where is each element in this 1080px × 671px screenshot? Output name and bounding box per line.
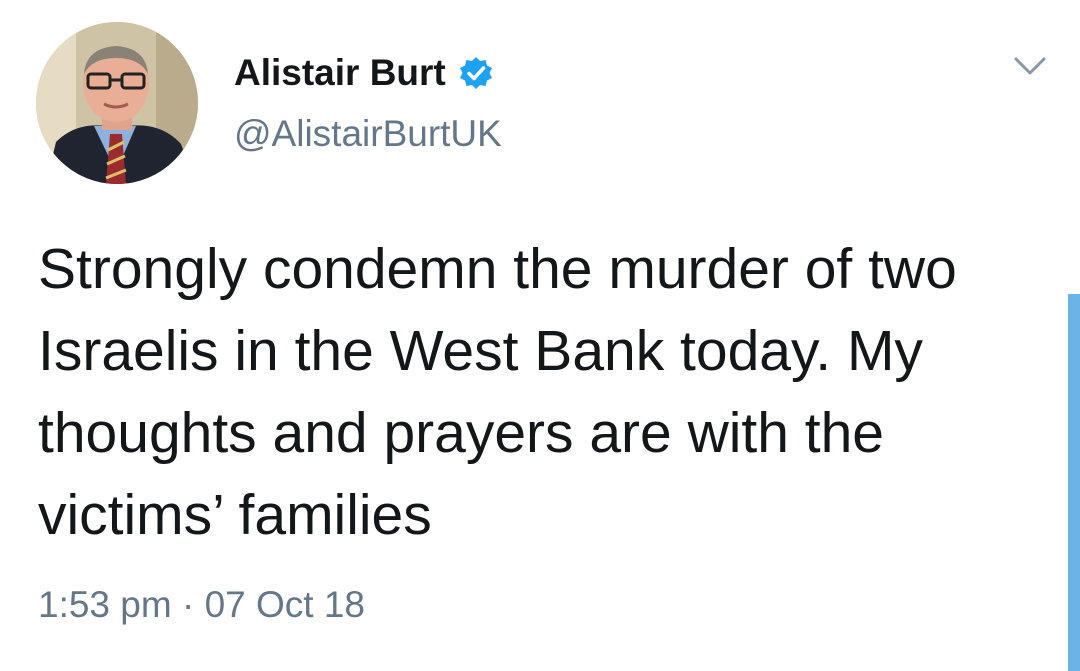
display-name-text: Alistair Burt	[234, 52, 446, 93]
verified-badge-icon	[458, 55, 494, 91]
tweet-text: Strongly condemn the murder of two Israe…	[38, 237, 957, 547]
user-display-name[interactable]: Alistair Burt	[234, 52, 494, 94]
user-handle[interactable]: @AlistairBurtUK	[234, 113, 502, 155]
chevron-down-icon[interactable]	[1012, 54, 1048, 78]
scrollbar[interactable]	[1068, 294, 1080, 671]
avatar-photo	[36, 22, 198, 184]
avatar[interactable]	[36, 22, 198, 184]
tweet-timestamp[interactable]: 1:53 pm · 07 Oct 18	[38, 584, 365, 626]
